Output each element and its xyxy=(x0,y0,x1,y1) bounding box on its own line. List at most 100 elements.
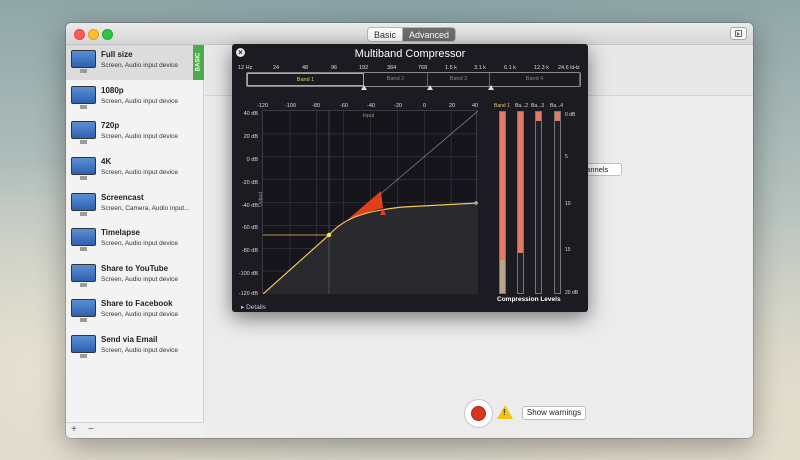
show-warnings-button[interactable]: Show warnings xyxy=(522,406,586,420)
monitor-icon xyxy=(71,299,96,322)
output-tick-label: -80 dB xyxy=(241,248,258,254)
frequency-label: 12.3 k xyxy=(534,65,549,71)
details-disclosure[interactable]: ▸ Details xyxy=(241,303,266,311)
preset-description: Screen, Audio input device xyxy=(101,347,178,354)
input-tick-label: -60 xyxy=(340,103,348,109)
tab-basic[interactable]: Basic xyxy=(368,28,404,41)
band-tab[interactable]: Band 3 xyxy=(428,73,490,86)
record-button[interactable] xyxy=(464,399,493,428)
monitor-icon xyxy=(71,86,96,109)
monitor-icon xyxy=(71,335,96,358)
output-tick-label: -20 dB xyxy=(241,180,258,186)
remove-preset-button[interactable]: − xyxy=(88,424,94,435)
frequency-label: 384 xyxy=(387,65,397,71)
input-tick-label: -20 xyxy=(394,103,402,109)
input-tick-label: 0 xyxy=(423,103,427,109)
crossover-handle[interactable] xyxy=(361,85,367,90)
input-tick-label: -40 xyxy=(367,103,375,109)
input-tick-label: 20 xyxy=(449,103,456,109)
compression-db-label: 0 dB xyxy=(565,112,576,118)
frequency-label: 1.5 k xyxy=(445,65,457,71)
preset-description: Screen, Audio input device xyxy=(101,133,178,140)
band-tab[interactable]: Band 1 xyxy=(247,73,364,86)
warning-icon: ! xyxy=(497,405,513,419)
preset-description: Screen, Audio input device xyxy=(101,169,178,176)
frequency-label: 192 xyxy=(359,65,369,71)
preset-name: Full size xyxy=(101,50,133,59)
panel-title: Multiband Compressor xyxy=(354,48,466,60)
compression-db-label: 15 xyxy=(565,247,571,253)
sidebar-footer: + − xyxy=(66,422,204,438)
band-label: Band 4 xyxy=(525,76,544,82)
preset-name: 720p xyxy=(101,121,120,130)
meter-label: Ba...3 xyxy=(531,103,545,109)
band-tab[interactable]: Band 2 xyxy=(364,73,428,86)
preset-item[interactable]: 1080p Screen, Audio input device xyxy=(66,81,204,116)
monitor-icon xyxy=(71,193,96,216)
titlebar: Basic Advanced xyxy=(66,23,753,45)
band-label: Band 1 xyxy=(296,77,315,83)
crossover-handle[interactable] xyxy=(488,85,494,90)
preset-description: Screen, Audio input device xyxy=(101,276,178,283)
basic-badge: BASIC xyxy=(193,45,204,80)
preset-item[interactable]: 720p Screen, Audio input device xyxy=(66,116,204,151)
crossover-handle[interactable] xyxy=(427,85,433,90)
monitor-icon xyxy=(71,264,96,287)
compression-meter xyxy=(517,111,524,294)
preset-description: Screen, Audio input device xyxy=(101,311,178,318)
compression-db-label: 5 xyxy=(565,154,568,160)
add-preset-button[interactable]: + xyxy=(71,424,77,435)
preset-item[interactable]: Share to Facebook Screen, Audio input dev… xyxy=(66,294,204,329)
minimize-window-button[interactable] xyxy=(88,29,99,40)
preset-description: Screen, Audio input device xyxy=(101,98,178,105)
ceiling-handle[interactable] xyxy=(474,201,478,205)
preset-name: 4K xyxy=(101,157,112,166)
preset-name: 1080p xyxy=(101,86,124,95)
preview-toggle-button[interactable] xyxy=(730,27,747,40)
preset-description: Screen, Audio input device xyxy=(101,240,178,247)
output-tick-label: 40 dB xyxy=(243,111,258,117)
meter-fill xyxy=(536,112,541,122)
monitor-icon xyxy=(71,157,96,180)
meter-fill xyxy=(500,112,505,261)
preset-item[interactable]: Screencast Screen, Camera, Audio input... xyxy=(66,188,204,223)
input-tick-label: -120 xyxy=(257,103,269,109)
preset-item[interactable]: Timelapse Screen, Audio input device xyxy=(66,223,204,258)
preset-item[interactable]: 4K Screen, Audio input device xyxy=(66,152,204,187)
transfer-curve-plot[interactable] xyxy=(262,110,479,295)
threshold-handle[interactable] xyxy=(326,232,332,238)
output-tick-label: -100 dB xyxy=(238,271,258,277)
close-window-button[interactable] xyxy=(74,29,85,40)
mode-segmented-control: Basic Advanced xyxy=(367,27,457,42)
meter-label: Ba...4 xyxy=(550,103,564,109)
preset-description: Screen, Audio input device xyxy=(101,62,178,69)
band-tab[interactable]: Band 4 xyxy=(490,73,580,86)
meter-fill xyxy=(518,112,523,254)
preset-item[interactable]: Send via Email Screen, Audio input device xyxy=(66,330,204,365)
maximize-window-button[interactable] xyxy=(102,29,113,40)
monitor-icon xyxy=(71,121,96,144)
frequency-label: 12 Hz xyxy=(238,65,253,71)
preset-item[interactable]: Full size Screen, Audio input device BASIC xyxy=(66,45,204,80)
input-tick-label: 40 xyxy=(472,103,479,109)
compression-meter xyxy=(554,111,561,294)
band-label: Band 3 xyxy=(449,76,468,82)
output-tick-label: -40 dB xyxy=(241,203,258,209)
output-tick-label: -60 dB xyxy=(241,225,258,231)
preset-name: Share to Facebook xyxy=(101,299,173,308)
input-tick-label: -80 xyxy=(312,103,320,109)
compression-meter xyxy=(535,111,542,294)
preset-name: Timelapse xyxy=(101,228,140,237)
tab-advanced[interactable]: Advanced xyxy=(403,28,456,41)
meter-fill xyxy=(555,112,560,122)
input-axis-label: Input xyxy=(363,113,375,119)
preset-name: Send via Email xyxy=(101,335,158,344)
monitor-icon xyxy=(71,50,96,73)
output-axis-label: Output xyxy=(258,191,264,207)
meter-label: Ba...2 xyxy=(515,103,529,109)
preset-item[interactable]: Share to YouTube Screen, Audio input devi… xyxy=(66,259,204,294)
transfer-curve-svg xyxy=(262,110,479,295)
meter-level-fill xyxy=(500,260,505,293)
output-tick-label: 0 dB xyxy=(246,157,258,163)
warning-glyph: ! xyxy=(503,408,506,417)
